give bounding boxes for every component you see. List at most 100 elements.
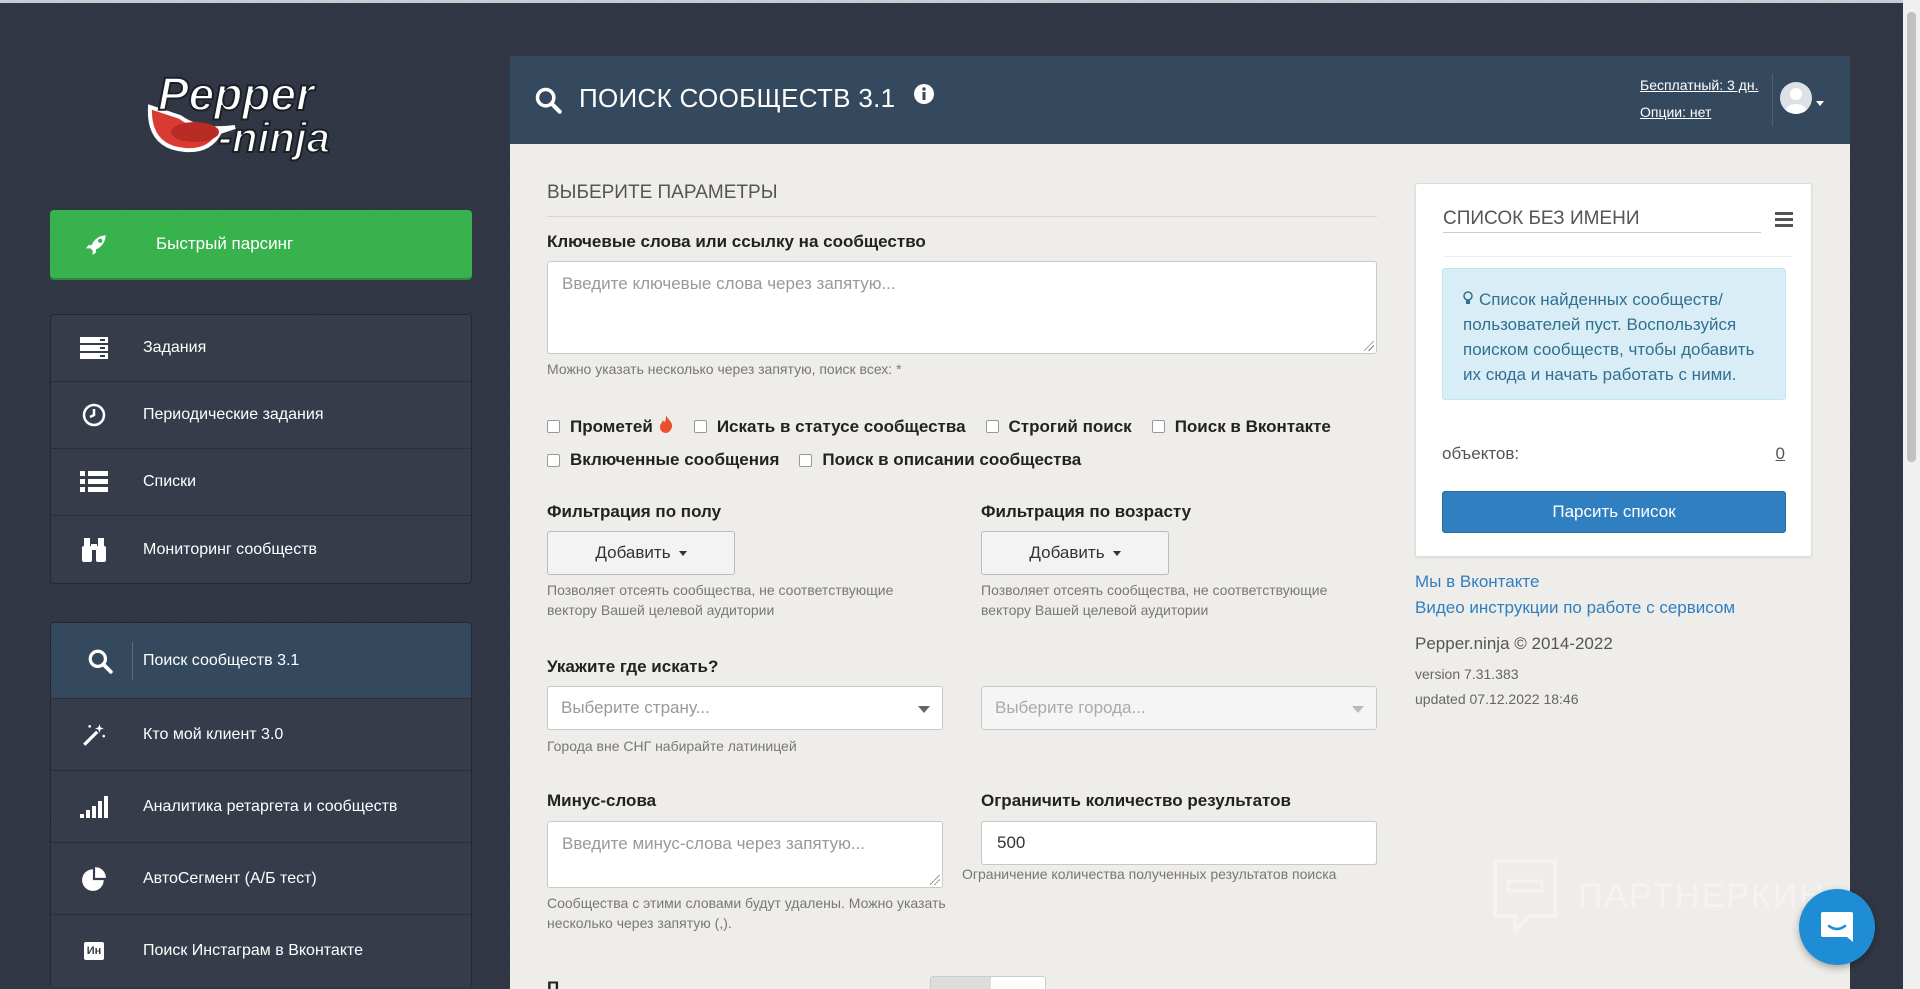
toggle-switch[interactable] [930,976,1046,989]
quick-parse-button[interactable]: Быстрый парсинг [50,210,472,278]
sidebar-item-label: Поиск сообществ 3.1 [143,651,300,669]
checkbox-row-2: Включенные сообщения Поиск в описании со… [547,450,1101,470]
chevron-down-icon [1352,706,1364,713]
svg-text:-ninja: -ninja [218,114,330,161]
main-panel: ПОИСК СООБЩЕСТВ 3.1 Бесплатный: 3 дн. Оп… [510,56,1850,989]
checkbox-vk-search[interactable]: Поиск в Вконтакте [1151,416,1331,437]
sidebar-item-autosegment[interactable]: АвтоСегмент (А/Б тест) [51,843,471,915]
version-text: version 7.31.383 [1415,666,1519,682]
sidebar-item-community-search[interactable]: Поиск сообществ 3.1 [51,623,471,699]
checkbox-label: Включенные сообщения [570,450,780,469]
chevron-down-icon [1816,100,1824,106]
resize-handle-icon[interactable] [1364,341,1374,351]
lightbulb-icon [1463,287,1473,312]
age-filter-label: Фильтрация по возрасту [981,502,1192,521]
section-divider [547,216,1377,217]
city-select[interactable]: Выберите города... [981,686,1377,730]
video-instructions-link[interactable]: Видео инструкции по работе с сервисом [1415,595,1735,621]
checkbox-box[interactable] [547,453,560,467]
pepper-ninja-logo[interactable]: Pepper -ninja [140,52,380,162]
checkbox-box[interactable] [799,453,813,467]
vk-link[interactable]: Мы в Вконтакте [1415,569,1735,595]
resize-handle-icon[interactable] [930,875,940,885]
sidebar-item-label: Задания [143,339,207,356]
avatar [1780,82,1812,114]
tasks-icon [77,337,111,359]
version-info: version 7.31.383 updated 07.12.2022 18:4… [1415,662,1579,712]
chat-icon [1821,912,1853,942]
checkbox-label: Поиск в Вконтакте [1174,416,1331,436]
checkbox-prometheus[interactable]: Прометей [547,415,674,438]
search-icon [534,86,562,119]
card-divider [1443,256,1793,257]
search-icon [77,641,133,680]
page-scrollbar[interactable] [1903,0,1920,989]
sidebar-item-periodic-tasks[interactable]: Периодические задания [51,382,471,449]
sidebar-item-monitoring[interactable]: Мониторинг сообществ [51,516,471,583]
caret-down-icon [678,550,687,556]
pie-chart-icon [77,866,111,892]
sidebar-item-label: Периодические задания [143,406,324,423]
minus-words-input[interactable]: Введите минус-слова через запятую... [547,821,943,888]
checkbox-strict-search[interactable]: Строгий поиск [985,417,1132,437]
subscription-info[interactable]: Бесплатный: 3 дн. Опции: нет [1640,72,1758,126]
user-menu[interactable] [1780,82,1824,114]
city-placeholder: Выберите города... [995,698,1146,717]
partnerkin-logo-icon [1493,859,1557,936]
rocket-icon [80,231,114,257]
empty-list-notice: Список найденных сообществ/пользователей… [1442,268,1786,400]
sidebar-item-label: Кто мой клиент 3.0 [143,725,284,743]
chat-widget-button[interactable] [1799,889,1875,965]
hamburger-menu-icon[interactable] [1775,212,1793,232]
objects-count-value[interactable]: 0 [1776,444,1785,464]
list-icon [77,471,111,493]
section-title: ВЫБЕРИТЕ ПАРАМЕТРЫ [547,182,778,203]
notice-text: Список найденных сообществ/пользователей… [1463,290,1755,384]
sidebar-item-instagram-vk[interactable]: Ин Поиск Инстаграм в Вконтакте [51,915,471,987]
keywords-placeholder: Введите ключевые слова через запятую... [562,274,896,293]
footer-links: Мы в Вконтакте Видео инструкции по работ… [1415,569,1735,621]
fire-icon [658,415,674,438]
clock-icon [77,403,111,427]
chevron-down-icon [918,706,930,713]
checkbox-messages-enabled[interactable]: Включенные сообщения [547,450,779,470]
header-divider [1772,74,1773,126]
trial-link[interactable]: Бесплатный: 3 дн. [1640,72,1758,99]
minus-words-help: Сообщества с этими словами будут удалены… [547,895,946,931]
checkbox-search-status[interactable]: Искать в статусе сообщества [693,416,966,437]
page-header: ПОИСК СООБЩЕСТВ 3.1 Бесплатный: 3 дн. Оп… [510,56,1850,144]
parse-list-button[interactable]: Парсить список [1442,491,1786,533]
checkbox-search-description[interactable]: Поиск в описании сообщества [799,450,1081,470]
objects-count-label: объектов: [1442,444,1520,463]
limit-input[interactable]: 500 [981,821,1377,865]
list-title[interactable]: СПИСОК БЕЗ ИМЕНИ [1443,208,1761,233]
sidebar-item-label: АвтоСегмент (А/Б тест) [143,869,317,887]
checkbox-box[interactable] [693,420,707,433]
keywords-input[interactable]: Введите ключевые слова через запятую... [547,261,1377,354]
country-placeholder: Выберите страну... [561,698,710,717]
scrollbar-thumb[interactable] [1907,12,1916,462]
age-add-button[interactable]: Добавить [981,531,1169,575]
page-title: ПОИСК СООБЩЕСТВ 3.1 [579,83,896,113]
sidebar-item-who-is-my-client[interactable]: Кто мой клиент 3.0 [51,699,471,771]
partnerkin-watermark: ПАРТНЕРКИН [1490,856,1826,936]
sidebar-item-retarget-analytics[interactable]: Аналитика ретаргета и сообществ [51,771,471,843]
checkbox-label: Искать в статусе сообщества [716,416,966,436]
gender-add-button[interactable]: Добавить [547,531,735,575]
limit-label: Ограничить количество результатов [981,791,1291,810]
sidebar-group-tools: Поиск сообществ 3.1 Кто мой клиент 3.0 А… [50,622,472,987]
checkbox-box[interactable] [985,420,999,433]
country-select[interactable]: Выберите страну... [547,686,943,730]
window-top-border [0,0,1920,3]
info-icon[interactable] [913,83,935,110]
checkbox-box[interactable] [1151,420,1165,433]
options-link[interactable]: Опции: нет [1640,99,1758,126]
checkbox-box[interactable] [547,420,560,433]
keywords-help: Можно указать несколько через запятую, п… [547,361,902,377]
watermark-text: ПАРТНЕРКИН [1578,876,1826,915]
sidebar-item-lists[interactable]: Списки [51,449,471,516]
svg-text:Pepper: Pepper [158,68,316,120]
signal-bars-icon [77,795,111,818]
checkbox-label: Поиск в описании сообщества [822,450,1082,469]
sidebar-item-tasks[interactable]: Задания [51,315,471,382]
